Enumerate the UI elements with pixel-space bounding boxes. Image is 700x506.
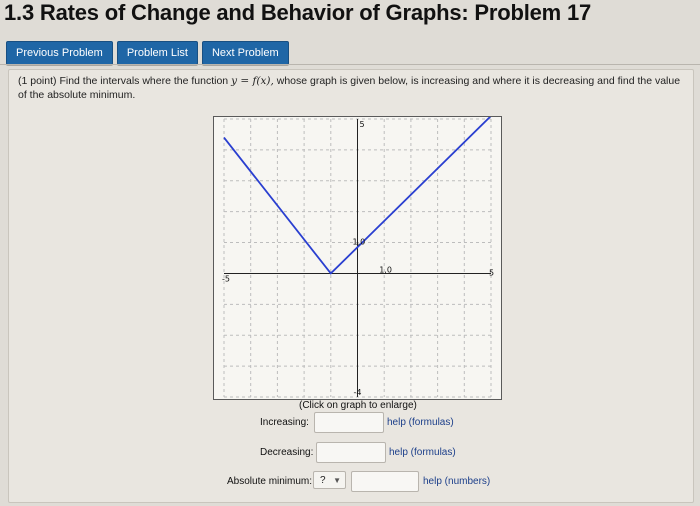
question-intro: Find the intervals where the function [59,75,229,87]
problem-panel: (1 point) Find the intervals where the f… [8,69,694,503]
decreasing-input[interactable] [316,442,386,463]
increasing-input[interactable] [314,412,384,433]
next-problem-button[interactable]: Next Problem [201,41,289,65]
select-value: ? [320,475,326,486]
tick-label-y-one: 1,0 [353,238,366,247]
header-divider [0,64,700,65]
page-title: 1.3 Rates of Change and Behavior of Grap… [4,0,592,25]
chevron-down-icon: ▼ [333,476,341,485]
question-points: (1 point) [18,75,57,87]
decreasing-label: Decreasing: [260,447,314,458]
tick-label-x-one: 1,0 [379,265,392,274]
y-axis-max-label: 5 [360,120,365,129]
problem-navigation: Previous Problem Problem List Next Probl… [6,41,289,65]
graph-caption: (Click on graph to enlarge) [299,400,417,411]
x-axis-min-label: -5 [222,274,230,283]
absolute-minimum-help-link[interactable]: help (numbers) [423,476,490,487]
problem-list-button[interactable]: Problem List [116,41,198,65]
decreasing-help-link[interactable]: help (formulas) [389,447,456,458]
absolute-minimum-select[interactable]: ? ▼ [313,471,346,489]
function-notation: y = f(x), [231,75,274,87]
graph-canvas: 5 -4 -5 5 1,0 1,0 [222,117,494,398]
question-text: (1 point) Find the intervals where the f… [18,74,688,102]
increasing-label: Increasing: [260,417,309,428]
previous-problem-button[interactable]: Previous Problem [6,41,113,65]
x-axis-max-label: 5 [489,268,494,277]
absolute-minimum-label: Absolute minimum: [227,476,313,487]
increasing-help-link[interactable]: help (formulas) [387,417,454,428]
y-axis-min-label: -4 [354,388,362,397]
function-graph[interactable]: 5 -4 -5 5 1,0 1,0 [213,116,502,400]
absolute-minimum-input[interactable] [351,471,419,492]
